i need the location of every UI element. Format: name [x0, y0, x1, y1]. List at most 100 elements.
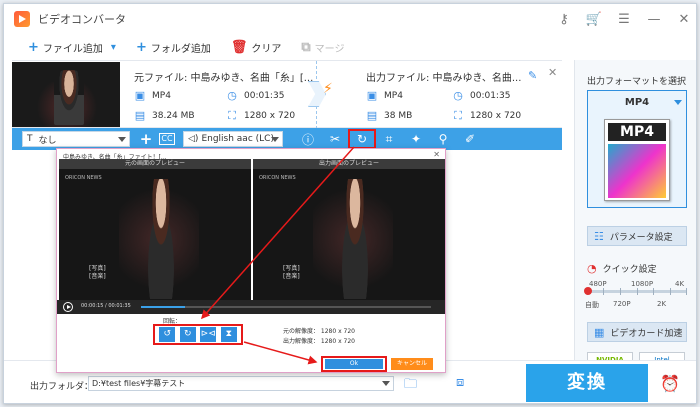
rotate-icon[interactable]: ↻: [348, 129, 376, 149]
output-file-name: 出力ファイル: 中島みゆき、名曲...: [366, 73, 522, 84]
brand-logo: ORICON NEWS: [65, 175, 102, 181]
plus-icon: +: [28, 39, 39, 55]
resolution-icon: ⛶: [228, 109, 236, 122]
close-icon[interactable]: ✕: [672, 12, 696, 27]
crop-icon[interactable]: ⌗: [378, 132, 400, 147]
merge-button[interactable]: ⧉ マージ: [301, 40, 344, 55]
watermark-icon[interactable]: ⚲: [432, 132, 454, 146]
mp4-file-icon: MP4: [604, 119, 670, 201]
source-preview-frame: ORICON NEWS [写真] [音楽]: [59, 169, 251, 300]
mp4-icon-art: [608, 144, 666, 198]
output-size: ▤ 38 MB: [366, 109, 412, 122]
file-size-icon: ▤: [134, 109, 146, 122]
folder-icon[interactable]: 🗀: [404, 375, 417, 397]
source-format-value: MP4: [152, 90, 171, 101]
source-size-value: 38.24 MB: [152, 110, 195, 121]
convert-button[interactable]: 変換: [526, 364, 648, 402]
source-duration-value: 00:01:35: [244, 90, 285, 101]
source-resolution-info: 元の解像度： 1280 x 720: [283, 328, 355, 335]
chevron-down-icon: [382, 381, 390, 386]
subtitle-line: [写真]: [283, 265, 300, 272]
singer-figure: [54, 70, 84, 125]
subtitle-select[interactable]: T なし: [22, 131, 130, 147]
ok-button[interactable]: Ok: [325, 359, 383, 369]
gpu-acceleration-label: ビデオカード加速: [610, 328, 683, 339]
quick-settings: ◔ クイック設定: [587, 262, 657, 275]
audio-track-value: English aac (LC): [201, 134, 274, 144]
output-resolution-value: 1280 x 720: [470, 111, 522, 121]
speaker-icon: ◁): [188, 134, 199, 144]
trash-icon: 🗑: [230, 39, 248, 55]
close-icon[interactable]: ✕: [433, 150, 440, 159]
play-icon[interactable]: [63, 302, 73, 312]
video-subtitle: [写真] [音楽]: [89, 265, 106, 281]
output-format: ▣ MP4: [366, 89, 403, 102]
output-folder-path: D:¥test files¥字幕テスト: [92, 379, 186, 388]
slider-tick: [603, 288, 604, 295]
slider-tick: [686, 288, 687, 295]
subtitle-line: [写真]: [89, 265, 106, 272]
minimize-icon[interactable]: —: [642, 12, 666, 27]
video-thumbnail[interactable]: [12, 62, 120, 127]
add-file-button[interactable]: + ファイル追加 ▾: [28, 40, 116, 55]
format-selector[interactable]: MP4 MP4: [587, 90, 687, 208]
video-format-icon: ▣: [366, 89, 378, 102]
source-resolution: ⛶ 1280 x 720: [226, 109, 295, 123]
clear-button[interactable]: 🗑 クリア: [231, 40, 282, 55]
output-preview-frame: ORICON NEWS [写真] [音楽]: [253, 169, 445, 300]
slider-knob[interactable]: [584, 287, 592, 295]
slider-tick: [637, 288, 638, 295]
quick-settings-icon: ◔: [587, 262, 597, 275]
output-folder-label: 出力フォルダ：: [30, 382, 94, 392]
mp4-icon-label: MP4: [608, 123, 666, 141]
text-icon: T: [27, 134, 33, 144]
add-folder-button[interactable]: + フォルダ追加: [136, 40, 211, 55]
flip-horizontal-icon[interactable]: ⊳⊲: [200, 327, 217, 342]
effects-icon[interactable]: ✦: [405, 132, 427, 146]
parameter-settings-button[interactable]: ☷ パラメータ設定: [587, 226, 687, 246]
alarm-icon[interactable]: ⏰: [660, 374, 680, 393]
add-subtitle-button[interactable]: +: [135, 130, 157, 148]
format-label: MP4: [624, 97, 650, 108]
rotate-left-icon[interactable]: ↺: [159, 327, 176, 342]
flip-vertical-icon[interactable]: ⧗: [220, 327, 237, 342]
source-size: ▤ 38.24 MB: [134, 109, 195, 122]
cancel-button[interactable]: キャンセル: [391, 358, 433, 370]
ok-highlight: Ok: [321, 356, 387, 372]
plus-icon: +: [135, 39, 147, 55]
remove-file-icon[interactable]: ✕: [548, 66, 557, 79]
audio-track-select[interactable]: ◁) English aac (LC): [183, 131, 283, 147]
chevron-down-icon[interactable]: ▾: [111, 42, 116, 53]
cc-icon[interactable]: CC: [159, 133, 175, 145]
source-file-name: 元ファイル: 中島みゆき、名曲「糸」[...: [134, 73, 314, 84]
scissors-icon[interactable]: ✂: [324, 132, 346, 146]
playback-progress[interactable]: [141, 306, 431, 308]
rotate-right-icon[interactable]: ↻: [179, 327, 196, 342]
rotate-buttons: ↺ ↻ ⊳⊲ ⧗: [153, 324, 243, 345]
singer-figure: [141, 179, 181, 299]
gpu-acceleration-button[interactable]: ▦ ビデオカード加速: [587, 322, 687, 342]
cart-icon[interactable]: 🛒: [582, 12, 606, 27]
quality-slider[interactable]: [584, 287, 687, 295]
gpu-icon: ▦: [594, 325, 605, 339]
open-output-icon[interactable]: ⧈: [456, 375, 464, 390]
output-folder-field[interactable]: D:¥test files¥字幕テスト: [88, 376, 394, 391]
pen-icon[interactable]: ✐: [459, 132, 481, 146]
slider-tick: [653, 288, 654, 295]
res-label-480p: 480P: [589, 280, 607, 288]
source-resolution-value: 1280 x 720: [244, 111, 296, 121]
title-bar: ビデオコンバータ ⚷ 🛒 ☰ — ✕: [4, 4, 696, 34]
file-size-icon: ▤: [366, 109, 378, 122]
chevron-down-icon: [271, 137, 279, 142]
resolution-icon: ⛶: [454, 109, 462, 122]
res-label-2k: 2K: [657, 300, 667, 308]
res-label-4k: 4K: [675, 280, 685, 288]
info-icon[interactable]: ⓘ: [297, 131, 319, 148]
pencil-icon[interactable]: ✎: [528, 69, 537, 82]
sliders-icon: ☷: [594, 229, 604, 243]
res-label-auto: 自動: [585, 301, 599, 309]
app-logo-icon: [14, 11, 30, 27]
slider-tick: [620, 288, 621, 295]
menu-icon[interactable]: ☰: [612, 12, 636, 27]
key-icon[interactable]: ⚷: [552, 12, 576, 27]
